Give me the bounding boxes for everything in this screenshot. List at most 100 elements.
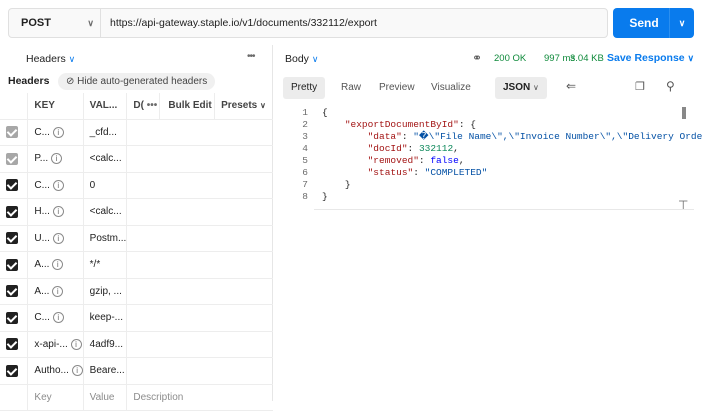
row-description[interactable]	[126, 251, 273, 279]
info-icon[interactable]: i	[50, 153, 62, 165]
row-description[interactable]	[126, 357, 273, 385]
row-checkbox[interactable]	[0, 331, 29, 358]
presets-dropdown[interactable]: Presets ∨	[214, 93, 273, 120]
row-checkbox[interactable]	[0, 198, 29, 226]
globe-icon[interactable]: ⚭	[472, 51, 482, 65]
more-options-icon[interactable]: •••	[147, 100, 158, 111]
checkbox-icon[interactable]	[6, 338, 18, 351]
row-key[interactable]: A... i	[27, 278, 84, 305]
row-key[interactable]: C... i	[27, 119, 84, 146]
row-value[interactable]: */*	[83, 251, 128, 279]
new-header-row[interactable]: Key Value Description	[0, 384, 273, 411]
checkbox-icon[interactable]	[6, 364, 18, 377]
send-button[interactable]: Send ∨	[613, 8, 694, 38]
scroll-indicator[interactable]	[682, 107, 686, 119]
checkbox-icon[interactable]	[6, 205, 18, 218]
tab-raw[interactable]: Raw	[341, 77, 361, 99]
row-checkbox[interactable]	[0, 251, 29, 279]
table-row[interactable]: C... i0	[0, 172, 273, 199]
table-row[interactable]: C... i keep-...	[0, 304, 273, 332]
table-row[interactable]: C... i _cfd...	[0, 119, 273, 146]
row-value[interactable]: Postm...	[83, 225, 128, 252]
row-value[interactable]: <calc...	[83, 198, 128, 226]
table-row[interactable]: A... i */*	[0, 251, 273, 279]
new-value-input[interactable]: Value	[83, 384, 128, 411]
line-number: 5	[302, 155, 308, 166]
row-checkbox[interactable]	[0, 119, 29, 146]
checkbox-icon[interactable]	[6, 311, 18, 324]
body-dropdown[interactable]: Body ∨	[285, 53, 318, 65]
row-description[interactable]	[126, 225, 273, 252]
info-icon[interactable]: i	[52, 232, 64, 244]
copy-icon[interactable]: ❐	[635, 80, 645, 93]
row-checkbox[interactable]	[0, 225, 29, 252]
row-description[interactable]	[126, 172, 273, 199]
row-key[interactable]: C... i	[27, 304, 84, 332]
table-row[interactable]: x-api-... i 4adf9...	[0, 331, 273, 358]
row-checkbox[interactable]	[0, 172, 29, 199]
save-response-button[interactable]: Save Response ∨	[607, 52, 694, 64]
info-icon[interactable]: i	[52, 312, 64, 324]
info-icon[interactable]: i	[70, 338, 82, 350]
row-key[interactable]: A... i	[27, 251, 84, 279]
table-row[interactable]: A... i gzip, ...	[0, 278, 273, 305]
checkbox-icon[interactable]	[6, 126, 18, 139]
table-row[interactable]: H... i <calc...	[0, 198, 273, 226]
checkbox-icon[interactable]	[6, 285, 18, 298]
hide-autogenerated-button[interactable]: ⊘ Hide auto-generated headers	[58, 73, 216, 90]
row-description[interactable]	[126, 119, 273, 146]
info-icon[interactable]: i	[71, 365, 83, 377]
row-key[interactable]: P... i	[27, 145, 84, 173]
more-options-icon[interactable]: •••	[247, 51, 255, 62]
checkbox-icon[interactable]	[6, 232, 18, 245]
row-key[interactable]: C... i	[27, 172, 84, 199]
row-description[interactable]	[126, 198, 273, 226]
url-input[interactable]: https://api-gateway.staple.io/v1/documen…	[101, 17, 377, 29]
wrap-lines-icon[interactable]: ⇐	[566, 79, 576, 93]
table-row[interactable]: Autho... i Beare...	[0, 357, 273, 385]
new-description-input[interactable]: Description	[126, 384, 273, 411]
info-icon[interactable]: i	[52, 126, 64, 138]
row-value[interactable]: gzip, ...	[83, 278, 128, 305]
status-code[interactable]: 200 OK	[494, 53, 526, 64]
tab-preview[interactable]: Preview	[379, 77, 415, 99]
info-icon[interactable]: i	[52, 285, 64, 297]
row-value[interactable]: 0	[83, 172, 128, 199]
row-key[interactable]: Autho... i	[27, 357, 84, 385]
row-value[interactable]: <calc...	[83, 145, 128, 173]
tab-pretty[interactable]: Pretty	[283, 77, 326, 99]
row-checkbox[interactable]	[0, 357, 29, 385]
chevron-down-icon[interactable]: ∨	[670, 18, 694, 29]
row-description[interactable]	[126, 331, 273, 358]
info-icon[interactable]: i	[52, 179, 64, 191]
table-row[interactable]: P... i <calc...	[0, 145, 273, 173]
row-value[interactable]: _cfd...	[83, 119, 128, 146]
row-value[interactable]: 4adf9...	[83, 331, 128, 358]
headers-dropdown[interactable]: Headers ∨	[26, 53, 75, 65]
table-row[interactable]: U... i Postm...	[0, 225, 273, 252]
response-code-editor[interactable]: ⊤ 12345678 { "exportDocumentById": { "da…	[274, 107, 702, 257]
tab-visualize[interactable]: Visualize	[431, 77, 471, 99]
row-checkbox[interactable]	[0, 278, 29, 305]
row-value[interactable]: keep-...	[83, 304, 128, 332]
row-key[interactable]: x-api-... i	[27, 331, 84, 358]
row-description[interactable]	[126, 278, 273, 305]
bulk-edit-button[interactable]: Bulk Edit	[159, 93, 216, 120]
search-icon[interactable]: ⚲	[666, 79, 675, 93]
row-checkbox[interactable]	[0, 304, 29, 332]
row-value[interactable]: Beare...	[83, 357, 128, 385]
row-key[interactable]: H... i	[27, 198, 84, 226]
info-icon[interactable]: i	[52, 206, 64, 218]
method-select[interactable]: POST ∨	[9, 9, 101, 37]
row-description[interactable]	[126, 304, 273, 332]
row-key[interactable]: U... i	[27, 225, 84, 252]
checkbox-icon[interactable]	[6, 258, 18, 271]
info-icon[interactable]: i	[52, 259, 64, 271]
row-description[interactable]	[126, 145, 273, 173]
checkbox-icon[interactable]	[6, 179, 18, 192]
response-size[interactable]: 3.04 KB	[570, 53, 604, 64]
format-select[interactable]: JSON ∨	[495, 77, 547, 99]
checkbox-icon[interactable]	[6, 152, 18, 165]
new-key-input[interactable]: Key	[27, 384, 84, 411]
row-checkbox[interactable]	[0, 145, 29, 173]
